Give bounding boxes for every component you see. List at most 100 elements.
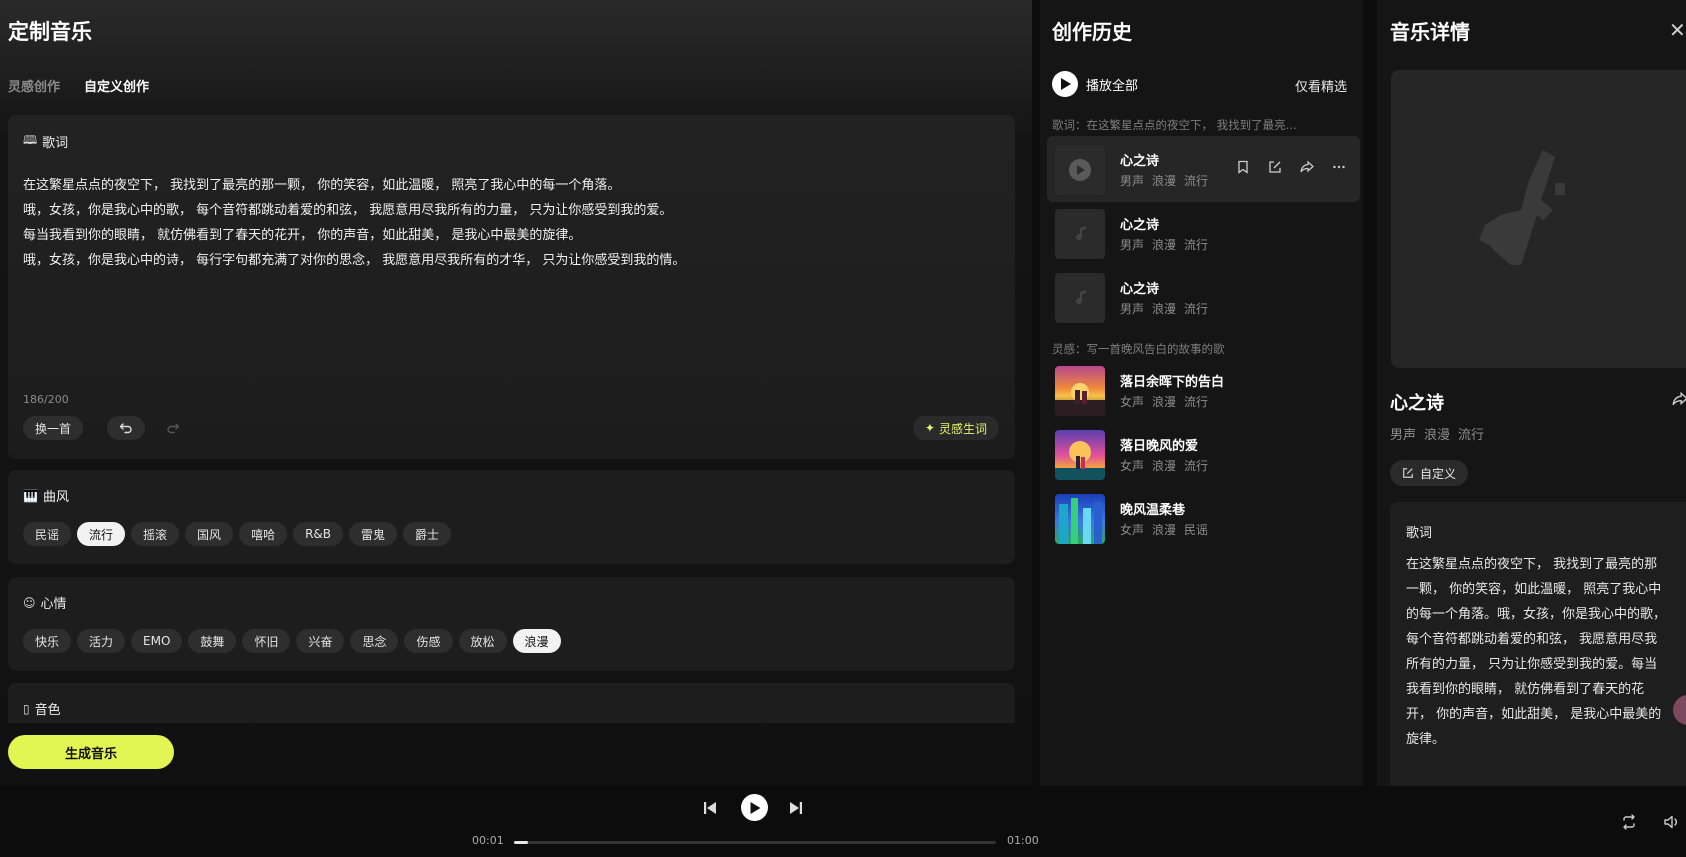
next-icon[interactable] <box>788 800 804 820</box>
play-button[interactable] <box>741 794 768 821</box>
song-thumbnail <box>1055 494 1105 544</box>
progress-fill <box>514 841 529 844</box>
history-song-item[interactable]: 心之诗 男声 浪漫 流行 <box>1047 264 1360 330</box>
mood-option[interactable]: 伤感 <box>404 629 453 653</box>
song-thumbnail <box>1055 145 1105 195</box>
generate-music-button[interactable]: 生成音乐 <box>8 735 174 769</box>
ai-lyrics-button[interactable]: ✦ 灵感生词 <box>912 416 999 440</box>
music-note-icon <box>1479 150 1565 265</box>
customize-button[interactable]: 自定义 <box>1390 460 1469 486</box>
repeat-icon[interactable] <box>1620 813 1638 835</box>
music-note-icon <box>1076 225 1086 241</box>
mood-option[interactable]: 思念 <box>350 629 399 653</box>
undo-button[interactable] <box>107 416 145 440</box>
play-all-button[interactable]: 播放全部 <box>1052 71 1138 97</box>
detail-title: 音乐详情 <box>1390 20 1470 44</box>
song-title: 落日余晖下的告白 <box>1120 375 1225 390</box>
edit-icon <box>1403 468 1413 478</box>
song-tag: 浪漫 <box>1152 459 1177 473</box>
more-icon[interactable] <box>1330 158 1348 176</box>
mood-card: ☺ 心情 快乐 活力 EMO 鼓舞 怀旧 兴奋 思念 伤感 放松 浪漫 <box>8 577 1015 671</box>
redo-icon <box>167 423 180 434</box>
mood-heading: ☺ 心情 <box>23 593 67 613</box>
share-icon[interactable] <box>1298 158 1316 176</box>
mood-option[interactable]: 放松 <box>458 629 507 653</box>
detail-song-title: 心之诗 <box>1390 393 1444 414</box>
song-title: 晚风温柔巷 <box>1120 503 1186 518</box>
song-thumbnail <box>1055 209 1105 259</box>
lyrics-heading: 🕮 歌词 <box>23 131 68 152</box>
style-option[interactable]: 流行 <box>77 522 126 546</box>
switch-lyrics-button[interactable]: 换一首 <box>23 416 84 440</box>
undo-icon <box>119 423 132 434</box>
detail-tag: 浪漫 <box>1424 428 1451 443</box>
player-bar: 00:01 01:00 <box>0 786 1686 857</box>
piano-icon: 🎹 <box>23 488 38 503</box>
style-option[interactable]: R&B <box>293 522 344 546</box>
style-option[interactable]: 民谣 <box>23 522 72 546</box>
history-song-item[interactable]: 心之诗 男声 浪漫 流行 <box>1047 136 1360 202</box>
style-option[interactable]: 雷鬼 <box>349 522 398 546</box>
play-all-label: 播放全部 <box>1086 78 1139 94</box>
music-detail-panel: 音乐详情 ✕ 心之诗 男声 浪漫 流行 自定义 歌词 在这繁星点点的夜空下， 我… <box>1377 0 1686 786</box>
style-heading: 🎹 曲风 <box>23 486 69 506</box>
tab-custom[interactable]: 自定义创作 <box>84 76 149 95</box>
mode-tabs: 灵感创作 自定义创作 <box>8 76 149 95</box>
song-tag: 流行 <box>1184 174 1209 188</box>
song-tag: 男声 <box>1120 302 1145 316</box>
mood-option[interactable]: 兴奋 <box>296 629 345 653</box>
custom-music-panel: 定制音乐 灵感创作 自定义创作 🕮 歌词 在这繁星点点的夜空下， 我找到了最亮的… <box>0 0 1032 786</box>
mood-option[interactable]: 怀旧 <box>242 629 291 653</box>
mood-option[interactable]: 活力 <box>77 629 126 653</box>
song-tags: 女声 浪漫 民谣 <box>1120 521 1208 538</box>
total-time: 01:00 <box>1007 834 1039 847</box>
song-tag: 浪漫 <box>1152 395 1177 409</box>
redo-button[interactable] <box>154 416 192 440</box>
lyrics-textarea[interactable]: 在这繁星点点的夜空下， 我找到了最亮的那一颗， 你的笑容，如此温暖， 照亮了我心… <box>23 173 685 273</box>
style-option[interactable]: 嘻哈 <box>239 522 288 546</box>
detail-tag: 男声 <box>1390 428 1417 443</box>
song-title: 心之诗 <box>1120 154 1160 169</box>
song-thumbnail <box>1055 366 1105 416</box>
mood-option[interactable]: 鼓舞 <box>188 629 237 653</box>
app: 定制音乐 灵感创作 自定义创作 🕮 歌词 在这繁星点点的夜空下， 我找到了最亮的… <box>0 0 1686 857</box>
song-tags: 男声 浪漫 流行 <box>1120 172 1208 189</box>
previous-icon[interactable] <box>702 800 718 820</box>
history-song-item[interactable]: 落日晚风的爱 女声 浪漫 流行 <box>1047 421 1360 487</box>
song-tag: 女声 <box>1120 395 1145 409</box>
mood-option[interactable]: 快乐 <box>23 629 72 653</box>
timbre-title: 音色 <box>34 703 61 718</box>
song-tag: 男声 <box>1120 238 1145 252</box>
song-title: 落日晚风的爱 <box>1120 439 1199 454</box>
tab-inspiration[interactable]: 灵感创作 <box>8 76 60 95</box>
share-icon[interactable] <box>1672 391 1686 411</box>
song-tag: 浪漫 <box>1152 174 1177 188</box>
edit-icon[interactable] <box>1266 158 1284 176</box>
song-tag: 流行 <box>1184 238 1209 252</box>
mood-option[interactable]: 浪漫 <box>512 629 561 653</box>
history-title: 创作历史 <box>1052 20 1132 44</box>
bookmark-icon[interactable] <box>1234 158 1252 176</box>
lyrics-line: 每当我看到你的眼睛， 就仿佛看到了春天的花开， 你的声音，如此甜美， 是我心中最… <box>23 228 582 243</box>
song-tag: 女声 <box>1120 459 1145 473</box>
song-tag: 女声 <box>1120 523 1145 537</box>
smile-icon: ☺ <box>23 595 36 610</box>
history-song-item[interactable]: 晚风温柔巷 女声 浪漫 民谣 <box>1047 485 1360 551</box>
group-label: 歌词：在这繁星点点的夜空下， 我找到了最亮... <box>1052 118 1297 132</box>
song-tag: 民谣 <box>1184 523 1209 537</box>
history-song-item[interactable]: 心之诗 男声 浪漫 流行 <box>1047 200 1360 266</box>
lyrics-title: 歌词 <box>42 136 69 151</box>
volume-icon[interactable] <box>1663 813 1681 835</box>
style-option[interactable]: 爵士 <box>403 522 452 546</box>
only-featured-toggle[interactable]: 仅看精选 <box>1295 76 1347 95</box>
mood-title: 心情 <box>40 597 67 612</box>
style-option[interactable]: 摇滚 <box>131 522 180 546</box>
history-song-item[interactable]: 落日余晖下的告白 女声 浪漫 流行 <box>1047 357 1360 423</box>
mood-option[interactable]: EMO <box>131 629 183 653</box>
progress-bar[interactable] <box>514 841 996 844</box>
song-tag: 浪漫 <box>1152 523 1177 537</box>
close-icon[interactable]: ✕ <box>1669 18 1686 42</box>
history-panel: 创作历史 播放全部 仅看精选 歌词：在这繁星点点的夜空下， 我找到了最亮... … <box>1040 0 1363 786</box>
play-icon <box>1069 159 1091 181</box>
style-option[interactable]: 国风 <box>185 522 234 546</box>
